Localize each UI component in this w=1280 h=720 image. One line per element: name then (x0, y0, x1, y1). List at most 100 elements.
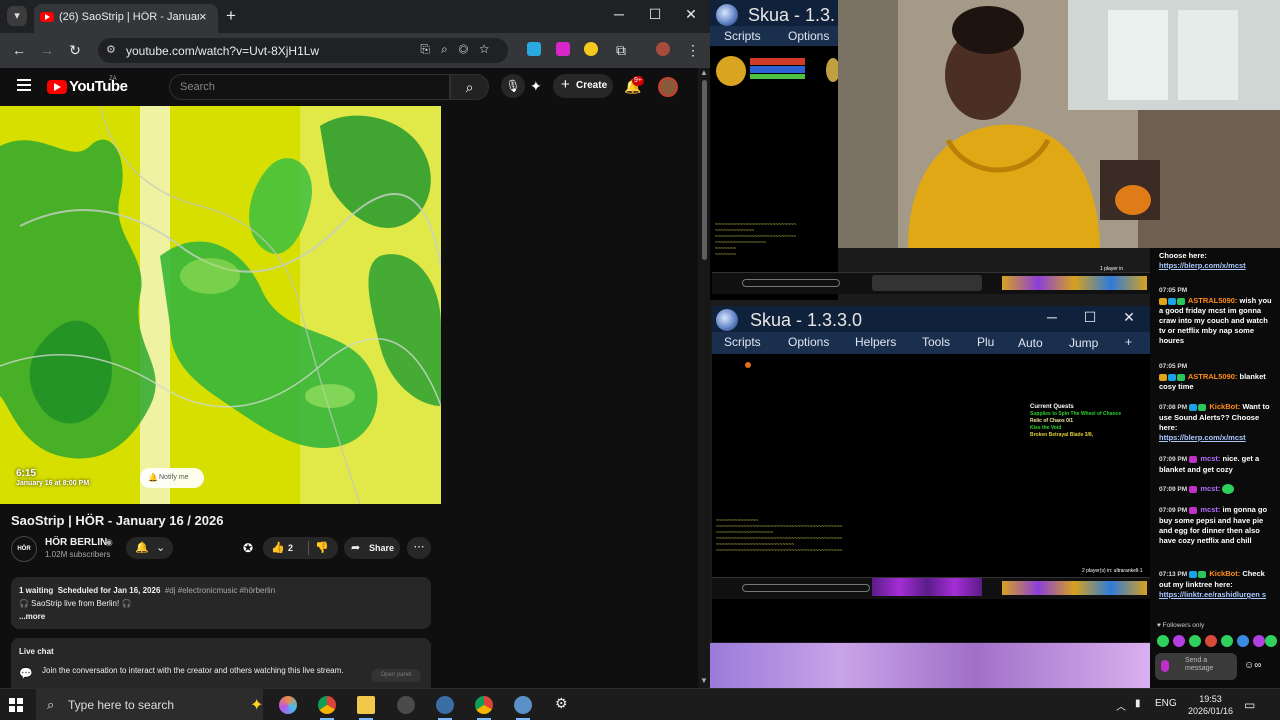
skua-menu-options[interactable]: Options (788, 29, 829, 43)
skua-menu-jump[interactable]: Jump (1069, 336, 1098, 350)
skua-menu-scripts[interactable]: Scripts (724, 29, 761, 43)
site-info-icon[interactable]: ⚙ (106, 43, 116, 56)
chat-username[interactable]: KickBot: (1209, 569, 1240, 578)
user-avatar[interactable] (658, 77, 678, 97)
browser-tab[interactable]: (26) SaoStrip | HÖR - January 16 / 2026 … (34, 4, 218, 33)
extension-icon[interactable] (584, 42, 598, 56)
skua-minimize-button[interactable]: ─ (1042, 309, 1062, 325)
menu-icons[interactable] (1002, 276, 1147, 290)
emote-icon[interactable] (1157, 635, 1169, 647)
voice-search-mic-icon[interactable]: 🎙 (501, 74, 525, 98)
chat-link[interactable]: https://linktr.ee/rashidlurgen s (1159, 590, 1266, 599)
notify-me-button[interactable]: 🔔 Notify me (140, 468, 204, 488)
settings-gear-icon[interactable]: ⚙ (555, 695, 568, 712)
like-dislike-button[interactable]: 👍 2 👎 (263, 537, 338, 559)
channel-name[interactable]: HÖR BERLIN (45, 537, 107, 548)
battery-icon[interactable]: ▮ (1135, 698, 1141, 709)
scroll-up-arrow-icon[interactable]: ▲ (700, 68, 708, 77)
gift-icon[interactable]: ✪ (243, 541, 253, 555)
chat-link[interactable]: https://blerp.com/x/mcst (1159, 261, 1246, 270)
thumbs-up-icon[interactable]: 👍 (271, 541, 285, 554)
app-icon[interactable] (514, 696, 532, 714)
game-hud-top[interactable]: 1 player in (712, 266, 1150, 294)
emote-bar[interactable] (1157, 635, 1277, 649)
chat-message-input[interactable]: Send a message (1155, 653, 1237, 680)
create-button[interactable]: + Create (553, 74, 613, 98)
skua-menu-add[interactable]: + (1125, 335, 1132, 349)
browser-menu-icon[interactable]: ⋮ (684, 42, 702, 59)
maximize-button[interactable]: ☐ (645, 6, 665, 23)
reload-icon[interactable]: ↻ (66, 42, 84, 59)
skua-menu-helpers[interactable]: Helpers (855, 335, 896, 349)
video-player[interactable] (0, 106, 441, 504)
forward-icon[interactable]: → (38, 42, 56, 58)
omnibox-actions[interactable]: ⎘⌕◎☆ (420, 42, 500, 57)
share-button[interactable]: ➦ Share (344, 537, 400, 559)
skua-menu-tools[interactable]: Tools (922, 335, 950, 349)
chat-link[interactable]: https://blerp.com/x/mcst (1159, 433, 1246, 442)
file-explorer-icon[interactable] (357, 696, 375, 714)
emote-icon[interactable] (1205, 635, 1217, 647)
tab-close-button[interactable]: × (199, 9, 207, 24)
skill-bar[interactable] (872, 275, 982, 291)
more-actions-button[interactable]: ⋯ (407, 537, 431, 559)
extension-icon[interactable] (527, 42, 541, 56)
youtube-logo-icon[interactable] (47, 80, 67, 94)
chrome-profile-icon[interactable] (475, 696, 493, 714)
notifications-icon[interactable]: ▭ (1244, 698, 1255, 712)
emote-icon[interactable] (1221, 635, 1233, 647)
copilot-icon[interactable] (279, 696, 297, 714)
thumbs-down-icon[interactable]: 👎 (315, 541, 329, 554)
system-clock[interactable]: 19:53 2026/01/16 (1188, 693, 1233, 717)
skua-close-button[interactable]: ✕ (1119, 309, 1139, 326)
show-more-link[interactable]: ...more (19, 612, 45, 621)
chat-username[interactable]: mcst: (1200, 505, 1220, 514)
channel-avatar[interactable]: HÖR (11, 536, 37, 562)
skill-bar[interactable] (872, 578, 982, 596)
skua-maximize-button[interactable]: ☐ (1080, 309, 1100, 326)
chat-emote-picker-icon[interactable]: ☺∞ (1244, 660, 1261, 671)
chat-input-bar[interactable] (742, 279, 840, 287)
emote-icon[interactable] (1253, 635, 1265, 647)
emote-icon[interactable] (1265, 635, 1277, 647)
skua-taskbar-icon[interactable] (436, 696, 454, 714)
emote-icon[interactable] (1189, 635, 1201, 647)
chat-username[interactable]: mcst: (1200, 484, 1220, 493)
show-hidden-icons-icon[interactable]: ︿ (1116, 698, 1126, 713)
taskbar-search-input[interactable]: ⌕ Type here to search ✦ (36, 689, 263, 720)
start-windows-icon[interactable] (9, 698, 23, 712)
search-button[interactable]: ⌕ (450, 74, 489, 100)
chrome-icon[interactable] (318, 696, 336, 714)
open-panel-button[interactable]: Open panel (371, 669, 421, 682)
game-hud-main[interactable] (712, 577, 1150, 599)
hashtags[interactable]: #dj #electronicmusic #hörberlin (165, 586, 275, 595)
back-icon[interactable]: ← (10, 42, 28, 58)
chat-username[interactable]: mcst: (1200, 454, 1220, 463)
extensions-puzzle-icon[interactable]: ⧉ (612, 42, 630, 59)
address-bar[interactable]: ⚙ youtube.com/watch?v=Uvt-8XjH1Lw ⎘⌕◎☆ (98, 38, 508, 63)
youtube-logo-text[interactable]: YouTube (69, 78, 128, 95)
chat-input-bar[interactable] (742, 584, 870, 592)
scrollbar-thumb[interactable] (702, 80, 707, 260)
emote-icon[interactable] (1173, 635, 1185, 647)
chat-username[interactable]: ASTRAL5090: (1188, 372, 1238, 381)
game-view-small[interactable]: ~~~~~~~~~~~~~~~~~~~~~~~~~~~ ~~~~~~~~~~~~… (710, 46, 838, 300)
search-input[interactable]: Search (169, 74, 450, 100)
hamburger-menu-icon[interactable] (17, 79, 31, 91)
menu-icons[interactable] (1002, 581, 1147, 595)
minimize-button[interactable]: ─ (609, 6, 629, 22)
subscribed-bell-button[interactable]: 🔔 ⌄ (126, 537, 173, 559)
new-tab-button[interactable]: + (226, 6, 236, 26)
skua-menu-options[interactable]: Options (788, 335, 829, 349)
skua-menu-scripts[interactable]: Scripts (724, 335, 761, 349)
address-url[interactable]: youtube.com/watch?v=Uvt-8XjH1Lw (126, 44, 319, 58)
emote-icon[interactable] (1237, 635, 1249, 647)
scroll-down-arrow-icon[interactable]: ▼ (700, 676, 708, 685)
chat-username[interactable]: KickBot: (1209, 402, 1240, 411)
tab-search-button[interactable]: ▾ (7, 6, 27, 26)
language-indicator[interactable]: ENG (1155, 698, 1177, 709)
obs-icon[interactable] (397, 696, 415, 714)
video-description[interactable]: 1 waiting Scheduled for Jan 16, 2026 #dj… (11, 577, 431, 629)
ai-icon[interactable]: ✦ (530, 78, 542, 95)
extension-icon[interactable] (556, 42, 570, 56)
